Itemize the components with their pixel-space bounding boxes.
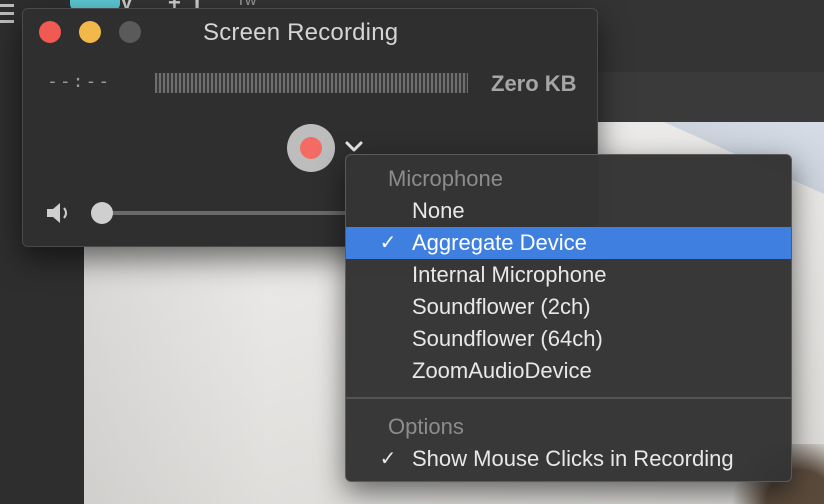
close-button[interactable] [39,21,61,43]
file-size: Zero KB [491,71,577,96]
elapsed-time: --:-- [47,71,112,92]
menu-item-zoomaudiodevice[interactable]: ZoomAudioDevice [346,355,791,387]
menu-item-label: None [412,198,465,223]
menu-item-label: Soundflower (64ch) [412,326,603,351]
menu-item-label: Show Mouse Clicks in Recording [412,446,734,471]
menu-divider [346,397,791,399]
record-button[interactable] [287,124,335,172]
menu-item-soundflower-64ch[interactable]: Soundflower (64ch) [346,323,791,355]
menu-item-show-mouse-clicks[interactable]: ✓ Show Mouse Clicks in Recording [346,443,791,475]
recording-options-menu: Microphone None ✓ Aggregate Device Inter… [345,154,792,482]
audio-level-meter [155,73,468,93]
menu-item-internal-microphone[interactable]: Internal Microphone [346,259,791,291]
menu-item-label: Internal Microphone [412,262,607,287]
window-title: Screen Recording [203,19,399,46]
minimize-button[interactable] [79,21,101,43]
menu-header-microphone: Microphone [388,166,503,191]
menu-item-aggregate-device[interactable]: ✓ Aggregate Device [346,227,791,259]
volume-slider-track[interactable] [99,211,349,215]
hamburger-menu-icon[interactable] [0,4,14,28]
menu-item-label: ZoomAudioDevice [412,358,592,383]
checkmark-icon: ✓ [379,448,397,470]
volume-slider-knob[interactable] [91,202,113,224]
menu-item-none[interactable]: None [346,195,791,227]
zoom-button[interactable] [119,21,141,43]
menu-item-label: Aggregate Device [412,230,587,255]
menu-header-options: Options [388,414,464,439]
record-icon [300,137,322,159]
speaker-icon [45,201,73,225]
window-titlebar[interactable]: Screen Recording [23,9,597,55]
menu-item-soundflower-2ch[interactable]: Soundflower (2ch) [346,291,791,323]
checkmark-icon: ✓ [379,232,397,254]
menu-item-label: Soundflower (2ch) [412,294,591,319]
